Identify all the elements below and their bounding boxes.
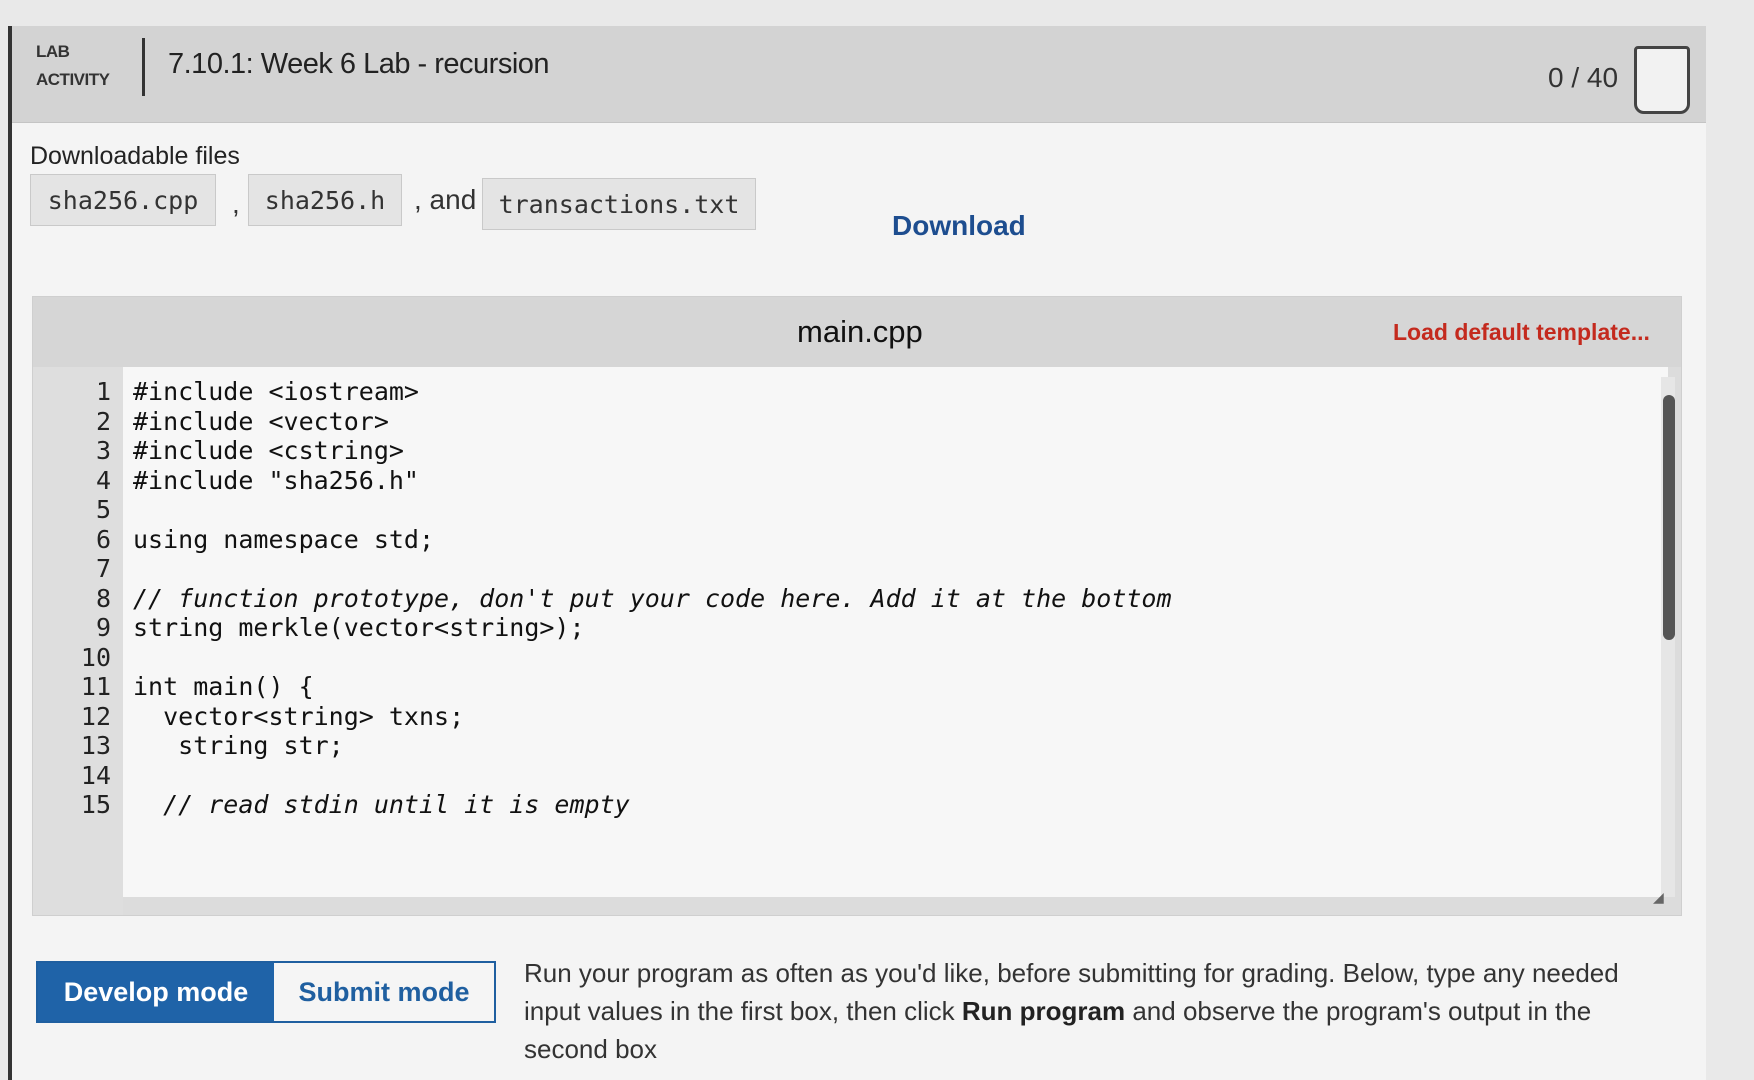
editor-filename: main.cpp — [797, 314, 923, 349]
run-instructions: Run your program as often as you'd like,… — [524, 954, 1674, 1068]
line-number: 10 — [80, 642, 111, 672]
line-number: 14 — [80, 760, 111, 790]
file-separator-and: , and — [414, 184, 477, 215]
lab-activity-panel: LAB ACTIVITY 7.10.1: Week 6 Lab - recurs… — [8, 26, 1706, 1080]
line-number: 2 — [95, 406, 111, 436]
load-default-template-button[interactable]: Load default template... — [1393, 319, 1650, 346]
line-number: 13 — [80, 731, 111, 760]
line-number: 12 — [80, 701, 111, 731]
mode-toggle: Develop mode Submit mode — [36, 961, 496, 1023]
code-line[interactable]: // read stdin until it is empty — [133, 788, 630, 821]
lab-tag-line1: LAB — [36, 42, 70, 61]
line-number: 4 — [95, 465, 111, 495]
code-line[interactable]: vector<string> txns; — [133, 700, 464, 733]
develop-mode-button[interactable]: Develop mode — [38, 963, 274, 1021]
lab-title: 7.10.1: Week 6 Lab - recursion — [168, 48, 550, 80]
completion-badge-icon — [1634, 46, 1690, 114]
score-text: 0 / 40 — [1548, 62, 1619, 93]
submit-mode-button[interactable]: Submit mode — [274, 963, 494, 1021]
line-number: 5 — [95, 495, 111, 524]
run-program-emphasis: Run program — [961, 996, 1126, 1026]
code-line[interactable]: #include <cstring> — [133, 434, 404, 467]
file-separator-comma: , — [232, 188, 240, 219]
line-number: 7 — [95, 554, 111, 583]
header-divider — [142, 38, 145, 96]
line-number: 1 — [95, 377, 111, 406]
resize-grip-icon[interactable]: ◢ — [1653, 889, 1664, 906]
downloadable-files-label: Downloadable files — [30, 142, 240, 170]
code-line[interactable]: #include "sha256.h" — [133, 464, 419, 497]
line-number: 11 — [80, 672, 111, 701]
code-line[interactable]: // function prototype, don't put your co… — [133, 582, 1172, 615]
file-chip-transactions-txt[interactable]: transactions.txt — [482, 178, 756, 230]
file-chip-sha256-cpp[interactable]: sha256.cpp — [30, 174, 216, 226]
code-line[interactable]: string str; — [133, 729, 344, 762]
line-number: 15 — [80, 790, 111, 819]
lab-activity-tag: LAB ACTIVITY — [36, 38, 110, 94]
code-line[interactable]: int main() { — [133, 670, 314, 703]
editor-scrollbar-thumb[interactable] — [1663, 395, 1675, 640]
code-editor: main.cpp Load default template... ◢ 1 #in… — [32, 296, 1682, 916]
file-chip-sha256-h[interactable]: sha256.h — [248, 174, 402, 226]
line-number: 9 — [95, 613, 111, 642]
code-line[interactable]: string merkle(vector<string>); — [133, 611, 585, 644]
code-line[interactable]: using namespace std; — [133, 523, 434, 556]
lab-header: LAB ACTIVITY 7.10.1: Week 6 Lab - recurs… — [12, 26, 1706, 123]
line-number: 3 — [95, 436, 111, 465]
editor-header: main.cpp Load default template... — [33, 297, 1681, 367]
lab-tag-line2: ACTIVITY — [36, 70, 110, 89]
code-line[interactable]: #include <vector> — [133, 405, 389, 438]
download-link[interactable]: Download — [892, 210, 1026, 242]
code-line[interactable]: #include <iostream> — [133, 375, 419, 408]
line-number: 8 — [95, 583, 111, 613]
line-number: 6 — [95, 524, 111, 554]
